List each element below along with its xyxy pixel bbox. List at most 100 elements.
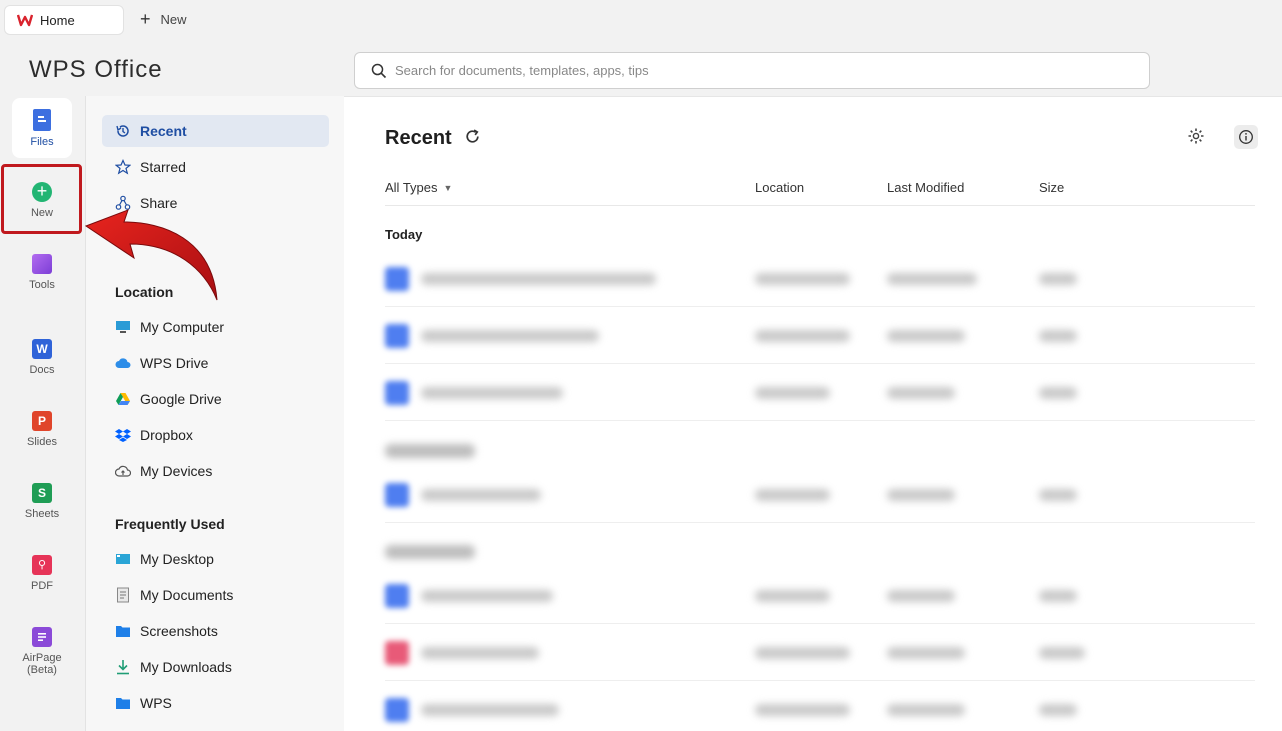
file-row-redacted[interactable] — [385, 365, 1255, 421]
column-header-location[interactable]: Location — [755, 180, 804, 195]
sidebar-item-dropbox[interactable]: Dropbox — [102, 419, 329, 451]
download-icon — [114, 658, 132, 676]
annotation-arrow — [84, 209, 218, 301]
doc-file-icon — [385, 584, 409, 608]
sidebar-item-my-computer[interactable]: My Computer — [102, 311, 329, 343]
redacted-text — [1039, 489, 1077, 501]
sidebar-item-screenshots[interactable]: Screenshots — [102, 615, 329, 647]
redacted-text — [421, 489, 541, 501]
docs-icon: W — [32, 338, 52, 359]
dropbox-icon — [114, 426, 132, 444]
redacted-text — [887, 489, 955, 501]
rail-airpage[interactable]: AirPage (Beta) — [12, 618, 72, 684]
rail-tools-label: Tools — [29, 278, 55, 291]
redacted-text — [887, 590, 955, 602]
redacted-text — [421, 273, 656, 285]
file-row-redacted[interactable] — [385, 308, 1255, 364]
redacted-text — [421, 647, 539, 659]
doc-file-icon — [385, 483, 409, 507]
redacted-text — [755, 273, 850, 285]
document-icon — [114, 586, 132, 604]
rail-slides[interactable]: P Slides — [12, 399, 72, 459]
file-row-redacted[interactable] — [385, 682, 1255, 731]
group-label-today: Today — [385, 227, 423, 242]
slides-icon: P — [32, 410, 52, 431]
redacted-text — [1039, 647, 1085, 659]
redacted-text — [755, 387, 830, 399]
sidebar-item-label: Recent — [140, 123, 187, 139]
plus-icon: + — [140, 9, 151, 29]
wps-logo-icon — [17, 14, 33, 27]
file-row-redacted[interactable] — [385, 467, 1255, 523]
sidebar-item-label: Starred — [140, 159, 186, 175]
sidebar-item-my-downloads[interactable]: My Downloads — [102, 651, 329, 683]
redacted-text — [1039, 704, 1077, 716]
file-row-redacted[interactable] — [385, 251, 1255, 307]
redacted-text — [421, 387, 563, 399]
rail-sheets[interactable]: S Sheets — [12, 471, 72, 531]
rail-tools[interactable]: Tools — [12, 242, 72, 302]
app-logo: WPS Office — [29, 56, 163, 83]
gear-icon[interactable] — [1187, 127, 1207, 147]
search-icon — [371, 63, 387, 78]
doc-file-icon — [385, 267, 409, 291]
airpage-icon — [32, 626, 52, 647]
sidebar-item-my-desktop[interactable]: My Desktop — [102, 543, 329, 575]
new-tab-button[interactable]: + New — [140, 9, 187, 29]
folder-icon — [114, 694, 132, 712]
redacted-text — [755, 647, 850, 659]
sidebar-item-my-devices[interactable]: My Devices — [102, 455, 329, 487]
header-divider — [385, 205, 1255, 206]
sidebar-item-wps[interactable]: WPS — [102, 687, 329, 719]
redacted-text — [755, 590, 830, 602]
redacted-text — [421, 330, 599, 342]
sidebar-item-google-drive[interactable]: Google Drive — [102, 383, 329, 415]
redacted-text — [887, 273, 977, 285]
redacted-text — [421, 704, 559, 716]
monitor-icon — [114, 318, 132, 336]
new-tab-label: New — [160, 11, 187, 27]
search-input[interactable] — [395, 63, 1149, 78]
doc-file-icon — [385, 381, 409, 405]
sidebar-item-label: Screenshots — [140, 623, 218, 639]
type-filter-dropdown[interactable]: All Types ▼ — [385, 180, 452, 195]
column-header-size[interactable]: Size — [1039, 180, 1064, 195]
column-header-last-modified[interactable]: Last Modified — [887, 180, 964, 195]
star-icon — [114, 158, 132, 176]
rail-files-label: Files — [30, 135, 54, 148]
redacted-text — [421, 590, 553, 602]
info-icon[interactable] — [1234, 125, 1258, 149]
type-filter-label: All Types — [385, 180, 438, 195]
redacted-text — [887, 704, 965, 716]
sidebar-item-label: My Documents — [140, 587, 234, 603]
sidebar-item-my-documents[interactable]: My Documents — [102, 579, 329, 611]
rail-docs-label: Docs — [29, 363, 55, 376]
sidebar-item-label: My Downloads — [140, 659, 232, 675]
rail-airpage-label: AirPage — [22, 651, 62, 664]
file-row-redacted[interactable] — [385, 568, 1255, 624]
files-icon — [33, 108, 51, 131]
sidebar-item-recent[interactable]: Recent — [102, 115, 329, 147]
sidebar-item-wps-drive[interactable]: WPS Drive — [102, 347, 329, 379]
pdf-icon: ⚲ — [32, 554, 52, 575]
search-bar[interactable] — [354, 52, 1150, 89]
doc-file-icon — [385, 324, 409, 348]
page-title: Recent — [385, 127, 481, 150]
rail-pdf[interactable]: ⚲ PDF — [12, 543, 72, 603]
rail-files[interactable]: Files — [12, 98, 72, 158]
new-highlight-frame — [1, 164, 82, 234]
refresh-icon[interactable] — [464, 128, 481, 150]
rail-pdf-label: PDF — [31, 579, 53, 592]
sidebar-item-label: Google Drive — [140, 391, 222, 407]
rail-docs[interactable]: W Docs — [12, 327, 72, 387]
sidebar-item-label: My Devices — [140, 463, 213, 479]
page-title-text: Recent — [385, 127, 452, 149]
tab-home-label: Home — [40, 12, 75, 28]
file-row-redacted[interactable] — [385, 625, 1255, 681]
desktop-icon — [114, 550, 132, 568]
sidebar-item-starred[interactable]: Starred — [102, 151, 329, 183]
tab-home[interactable]: Home — [4, 5, 124, 35]
redacted-text — [1039, 387, 1077, 399]
redacted-text — [1039, 330, 1077, 342]
sidebar-item-label: WPS Drive — [140, 355, 209, 371]
